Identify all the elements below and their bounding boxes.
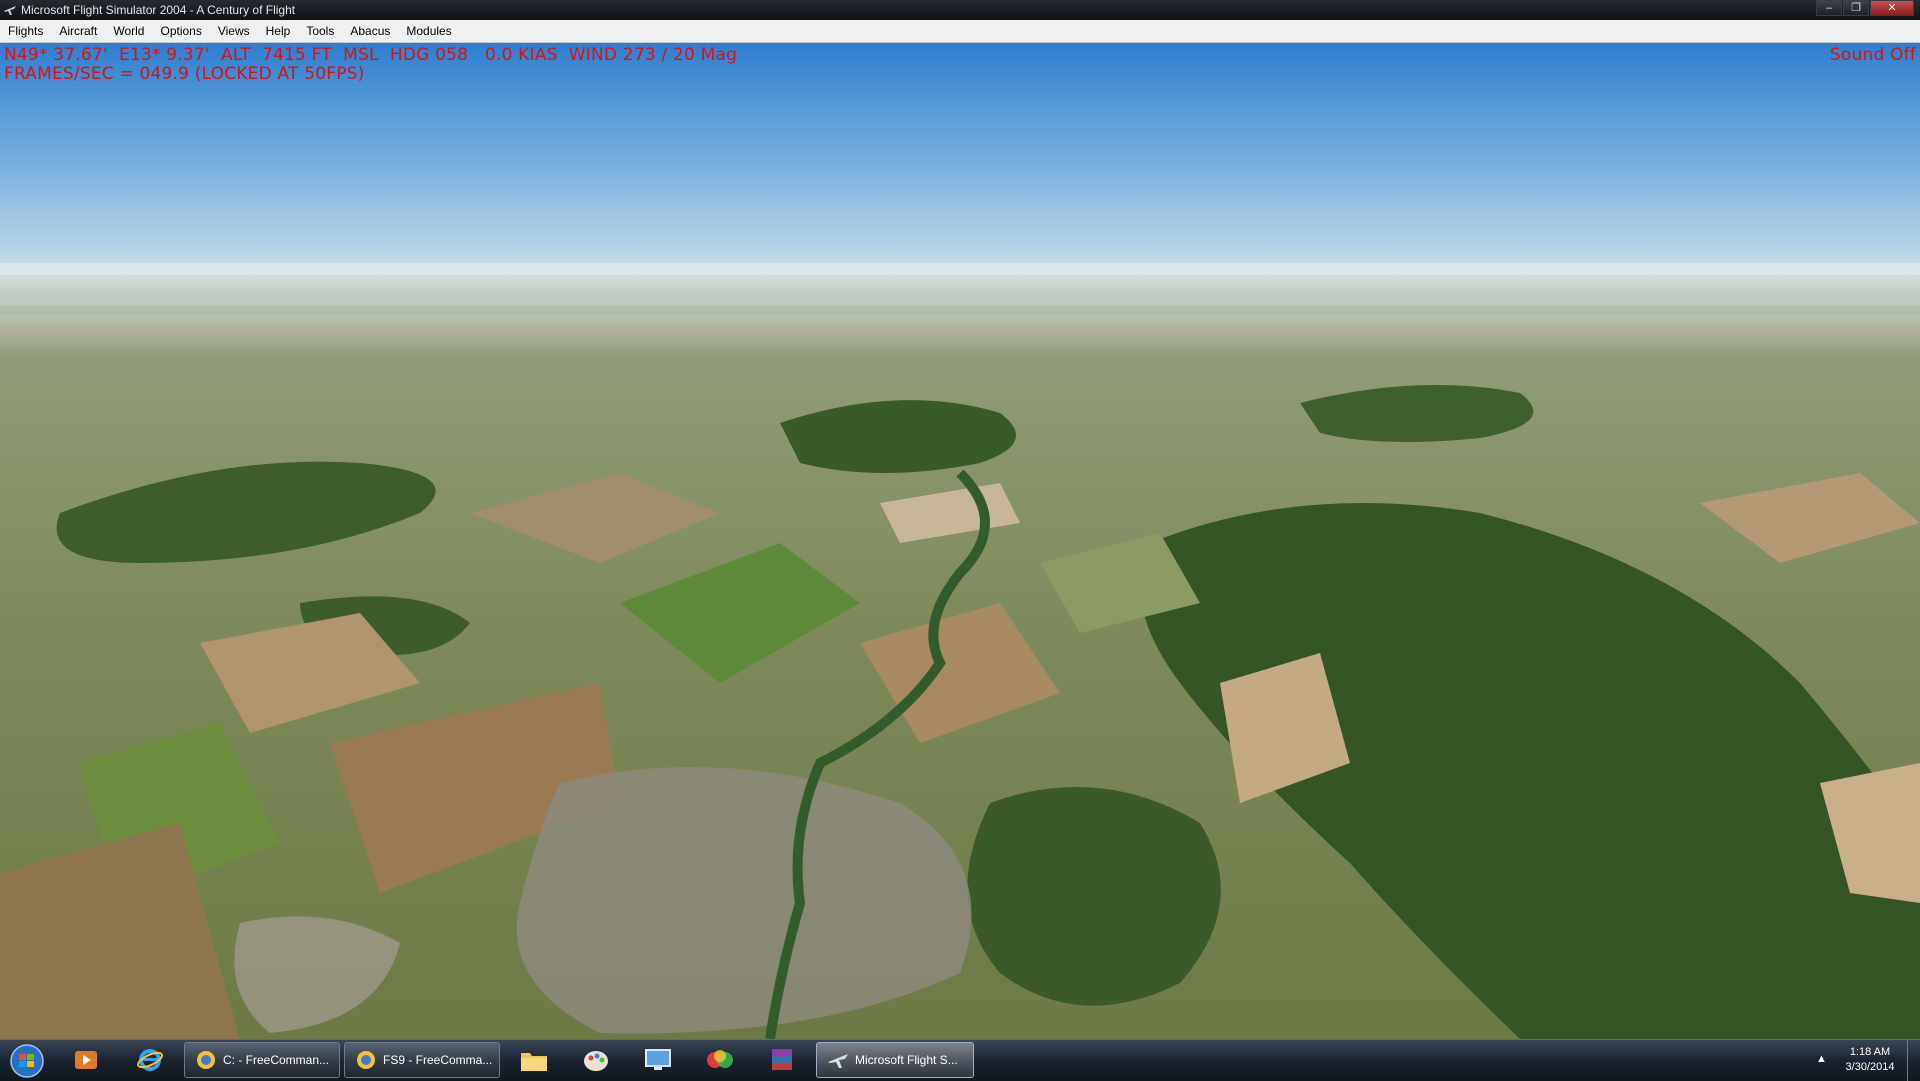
colorful-app-icon[interactable] xyxy=(694,1042,746,1078)
menu-options[interactable]: Options xyxy=(152,20,209,42)
position-readout: N49* 37.67' E13* 9.37' ALT 7415 FT MSL H… xyxy=(4,45,738,65)
close-icon[interactable]: ✕ xyxy=(1870,0,1914,16)
file-explorer-icon[interactable] xyxy=(508,1042,560,1078)
minimize-icon[interactable]: – xyxy=(1816,0,1842,16)
remote-desktop-icon[interactable] xyxy=(632,1042,684,1078)
media-player-icon[interactable] xyxy=(60,1042,112,1078)
title-bar: Microsoft Flight Simulator 2004 - A Cent… xyxy=(0,0,1920,20)
taskbar: C: - FreeComman... FS9 - FreeComma... Mi… xyxy=(0,1039,1920,1081)
taskbar-button-label: Microsoft Flight S... xyxy=(855,1053,958,1067)
clock-time: 1:18 AM xyxy=(1849,1046,1891,1058)
freecommander-icon xyxy=(357,1051,375,1069)
internet-explorer-icon[interactable] xyxy=(124,1042,176,1078)
show-desktop-button[interactable] xyxy=(1907,1040,1920,1081)
menu-tools[interactable]: Tools xyxy=(298,20,342,42)
menu-flights[interactable]: Flights xyxy=(0,20,51,42)
taskbar-button-label: FS9 - FreeComma... xyxy=(383,1053,493,1067)
windows-start-icon[interactable] xyxy=(4,1042,50,1080)
sound-status: Sound Off xyxy=(1829,45,1916,65)
menu-world[interactable]: World xyxy=(105,20,152,42)
airplane-icon xyxy=(828,1054,848,1068)
taskbar-button-freecommander-fs9[interactable]: FS9 - FreeComma... xyxy=(344,1042,500,1078)
show-hidden-icons-icon[interactable]: ▲ xyxy=(1816,1053,1827,1065)
menu-help[interactable]: Help xyxy=(258,20,299,42)
winrar-icon[interactable] xyxy=(756,1042,808,1078)
menu-bar: Flights Aircraft World Options Views Hel… xyxy=(0,20,1920,43)
menu-views[interactable]: Views xyxy=(210,20,258,42)
menu-modules[interactable]: Modules xyxy=(398,20,459,42)
frame-rate-readout: FRAMES/SEC = 049.9 (LOCKED AT 50FPS) xyxy=(4,64,365,84)
airplane-icon xyxy=(4,6,16,15)
aerial-terrain-view xyxy=(0,43,1920,1039)
menu-aircraft[interactable]: Aircraft xyxy=(51,20,105,42)
freecommander-icon xyxy=(197,1051,215,1069)
taskbar-button-label: C: - FreeComman... xyxy=(223,1053,330,1067)
clock-date: 3/30/2014 xyxy=(1845,1061,1895,1073)
menu-abacus[interactable]: Abacus xyxy=(342,20,398,42)
restore-icon[interactable]: ❐ xyxy=(1843,0,1869,16)
flight-scene-viewport[interactable] xyxy=(0,43,1920,1039)
system-clock[interactable]: 1:18 AM 3/30/2014 xyxy=(1840,1045,1900,1075)
taskbar-button-flight-simulator[interactable]: Microsoft Flight S... xyxy=(816,1042,974,1078)
taskbar-button-freecommander-c[interactable]: C: - FreeComman... xyxy=(184,1042,340,1078)
paint-icon[interactable] xyxy=(570,1042,622,1078)
window-title: Microsoft Flight Simulator 2004 - A Cent… xyxy=(21,3,296,17)
